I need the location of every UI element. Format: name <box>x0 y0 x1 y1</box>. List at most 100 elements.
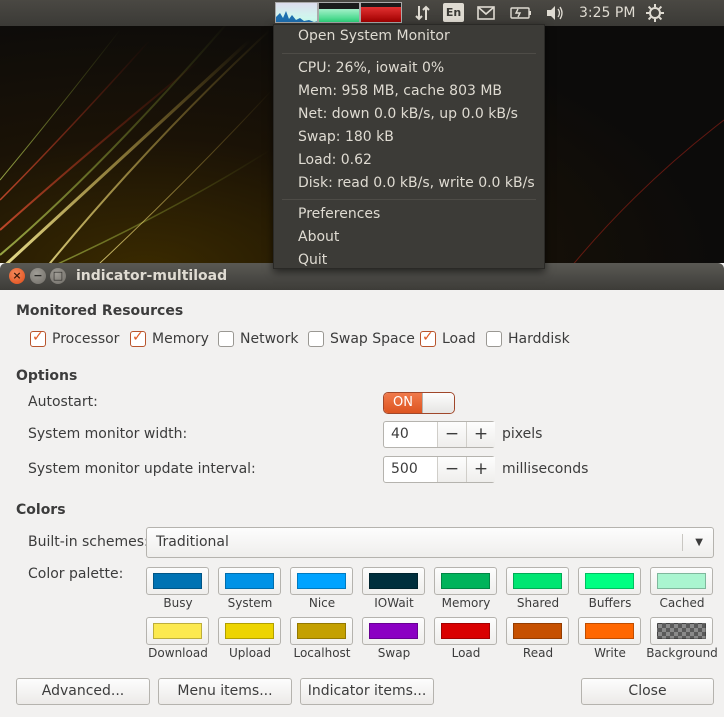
swatch-color <box>657 623 706 639</box>
swatch-read[interactable] <box>506 617 569 645</box>
load-graph-fill <box>361 6 401 22</box>
swatch-upload[interactable] <box>218 617 281 645</box>
swatch-label-iowait: IOWait <box>374 596 414 610</box>
checkbox-box[interactable] <box>486 331 502 347</box>
width-spinner[interactable]: 40 − + <box>383 421 495 448</box>
cpu-graph[interactable] <box>275 2 318 23</box>
swatch-color <box>513 623 562 639</box>
swatch-color <box>513 573 562 589</box>
swatch-label-buffers: Buffers <box>588 596 632 610</box>
autostart-toggle[interactable]: ON <box>383 392 455 414</box>
menu-stat-load[interactable]: Load: 0.62 <box>298 149 372 171</box>
width-decrement-button[interactable]: − <box>437 422 466 447</box>
swatch-color <box>297 623 346 639</box>
checkbox-label: Load <box>442 331 476 347</box>
interval-spinner[interactable]: 500 − + <box>383 456 495 483</box>
menu-open-system-monitor[interactable]: Open System Monitor <box>298 25 450 47</box>
width-value[interactable]: 40 <box>391 422 409 447</box>
autostart-toggle-state: ON <box>384 393 422 413</box>
swatch-label-busy: Busy <box>163 596 193 610</box>
interval-value[interactable]: 500 <box>391 457 418 482</box>
checkbox-label: Memory <box>152 331 209 347</box>
swatch-label-memory: Memory <box>441 596 491 610</box>
checkbox-box[interactable] <box>218 331 234 347</box>
swatch-label-read: Read <box>522 646 554 660</box>
swatch-shared[interactable] <box>506 567 569 595</box>
swatch-color <box>369 623 418 639</box>
colors-title: Colors <box>16 502 66 518</box>
autostart-toggle-knob[interactable] <box>422 393 454 413</box>
window-minimize-icon[interactable]: − <box>30 268 46 284</box>
swatch-localhost[interactable] <box>290 617 353 645</box>
panel-clock[interactable]: 3:25 PM <box>579 0 635 26</box>
close-button[interactable]: Close <box>581 678 714 705</box>
menu-stat-swap[interactable]: Swap: 180 kB <box>298 126 394 148</box>
schemes-label: Built-in schemes: <box>28 534 149 550</box>
interval-label: System monitor update interval: <box>28 461 256 477</box>
interval-unit: milliseconds <box>502 461 589 477</box>
advanced-button[interactable]: Advanced... <box>16 678 150 705</box>
swatch-label-localhost: Localhost <box>293 646 351 660</box>
monitored-resources-title: Monitored Resources <box>16 303 184 319</box>
menu-about[interactable]: About <box>298 226 339 248</box>
checkbox-box[interactable] <box>30 329 46 347</box>
load-graph[interactable] <box>360 2 402 23</box>
checkbox-box[interactable] <box>420 329 436 347</box>
checkbox-box[interactable] <box>308 331 324 347</box>
menu-stat-cpu[interactable]: CPU: 26%, iowait 0% <box>298 57 444 79</box>
swatch-label-background: Background <box>646 646 718 660</box>
swatch-label-cached: Cached <box>659 596 705 610</box>
menu-stat-net[interactable]: Net: down 0.0 kB/s, up 0.0 kB/s <box>298 103 518 125</box>
cpu-graph-plot <box>276 11 317 22</box>
window-title: indicator-multiload <box>76 268 228 284</box>
swatch-buffers[interactable] <box>578 567 641 595</box>
swatch-iowait[interactable] <box>362 567 425 595</box>
swatch-color <box>585 573 634 589</box>
swatch-label-load: Load <box>451 646 481 660</box>
swatch-nice[interactable] <box>290 567 353 595</box>
menu-stat-disk[interactable]: Disk: read 0.0 kB/s, write 0.0 kB/s <box>298 172 535 194</box>
width-unit: pixels <box>502 426 543 442</box>
swatch-color <box>441 573 490 589</box>
battery-icon[interactable] <box>508 0 534 26</box>
swatch-background[interactable] <box>650 617 713 645</box>
indicator-menu: Open System Monitor CPU: 26%, iowait 0% … <box>273 24 545 269</box>
preferences-window: × − □ indicator-multiload Monitored Reso… <box>0 263 724 717</box>
swatch-cached[interactable] <box>650 567 713 595</box>
indicator-items-button[interactable]: Indicator items... <box>300 678 434 705</box>
checkbox-box[interactable] <box>130 329 146 347</box>
autostart-label: Autostart: <box>28 394 98 410</box>
chevron-down-icon[interactable]: ▼ <box>695 528 703 557</box>
swatch-label-shared: Shared <box>516 596 560 610</box>
menu-quit[interactable]: Quit <box>298 249 327 271</box>
swatch-color <box>153 573 202 589</box>
network-arrows-icon[interactable] <box>412 0 434 26</box>
palette-label: Color palette: <box>28 566 124 582</box>
volume-icon[interactable] <box>543 0 567 26</box>
menu-stat-mem[interactable]: Mem: 958 MB, cache 803 MB <box>298 80 502 102</box>
swatch-load[interactable] <box>434 617 497 645</box>
interval-increment-button[interactable]: + <box>466 457 495 482</box>
swatch-system[interactable] <box>218 567 281 595</box>
checkbox-label: Network <box>240 331 299 347</box>
memory-graph[interactable] <box>318 2 360 23</box>
mail-icon[interactable] <box>475 0 497 26</box>
swatch-memory[interactable] <box>434 567 497 595</box>
swatch-busy[interactable] <box>146 567 209 595</box>
swatch-label-nice: Nice <box>308 596 336 610</box>
window-close-icon[interactable]: × <box>9 268 25 284</box>
swatch-label-upload: Upload <box>228 646 272 660</box>
swatch-write[interactable] <box>578 617 641 645</box>
swatch-swap[interactable] <box>362 617 425 645</box>
width-increment-button[interactable]: + <box>466 422 495 447</box>
menu-separator <box>282 199 536 200</box>
session-gear-icon[interactable] <box>644 0 666 26</box>
scheme-combo[interactable]: Traditional ▼ <box>146 527 714 558</box>
scheme-value: Traditional <box>156 534 229 550</box>
keyboard-layout-icon[interactable]: En <box>443 3 464 22</box>
interval-decrement-button[interactable]: − <box>437 457 466 482</box>
menu-items-button[interactable]: Menu items... <box>158 678 292 705</box>
window-maximize-icon[interactable]: □ <box>50 268 66 284</box>
menu-preferences[interactable]: Preferences <box>298 203 380 225</box>
swatch-download[interactable] <box>146 617 209 645</box>
